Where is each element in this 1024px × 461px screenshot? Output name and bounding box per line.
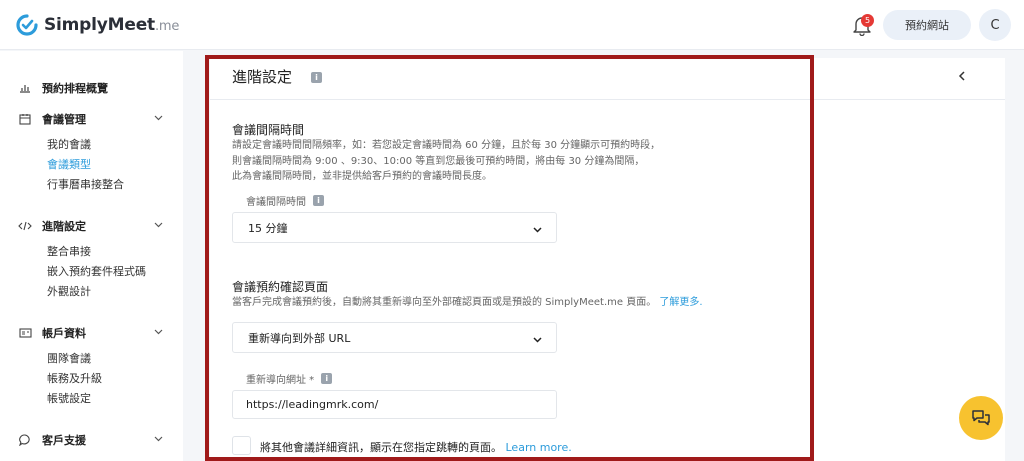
sidebar-item-meeting-types[interactable]: 會議類型 — [0, 155, 183, 175]
learn-more-link[interactable]: Learn more. — [506, 441, 572, 454]
top-bar: SimplyMeet.me 5 預約網站 C — [0, 0, 1024, 50]
bar-chart-icon — [18, 81, 32, 95]
logo[interactable]: SimplyMeet.me — [16, 12, 179, 38]
redirect-url-label: 重新導向網址 * i — [246, 371, 333, 386]
booking-site-button[interactable]: 預約網站 — [883, 10, 971, 40]
interval-section-title: 會議間隔時間 — [232, 123, 305, 137]
sidebar-group-meetings: 會議管理 我的會議 會議類型 行事曆串接整合 — [0, 109, 183, 195]
show-details-label: 將其他會議詳細資訊，顯示在您指定跳轉的頁面。 Learn more. — [260, 439, 572, 455]
chevron-down-icon — [533, 223, 542, 236]
sidebar-item-calendar-integration[interactable]: 行事曆串接整合 — [0, 175, 183, 195]
chat-button[interactable] — [959, 396, 1003, 440]
info-icon[interactable]: i — [311, 72, 322, 83]
input-value: https://leadingmrk.com/ — [246, 398, 379, 411]
chat-icon — [972, 410, 990, 426]
info-icon[interactable]: i — [321, 373, 333, 384]
sidebar: 預約排程概覽 會議管理 我的會議 會議類型 行事曆串接整合 進階設定 整合串接 — [0, 51, 183, 461]
confirmation-description: 當客戶完成會議預約後，自動將其重新導向至外部確認頁面或是預設的 SimplyMe… — [232, 295, 802, 311]
description-text: 當客戶完成會議預約後，自動將其重新導向至外部確認頁面或是預設的 SimplyMe… — [232, 297, 657, 308]
description-line: 此為會議間隔時間，並非提供給客戶預約的會議時間長度。 — [232, 171, 492, 182]
sidebar-item-overview[interactable]: 預約排程概覽 — [0, 78, 183, 98]
chevron-down-icon — [154, 327, 163, 338]
sidebar-item-label: 客戶支援 — [42, 434, 86, 447]
sidebar-group-advanced: 進階設定 整合串接 嵌入預約套件程式碼 外觀設計 — [0, 216, 183, 302]
sidebar-item-label: 會議管理 — [42, 113, 86, 126]
page-title: 進階設定 — [232, 68, 293, 86]
sidebar-item-meetings[interactable]: 會議管理 — [0, 109, 183, 129]
field-label-text: 會議間隔時間 — [246, 197, 306, 208]
sidebar-item-support[interactable]: 客戶支援 — [0, 430, 183, 450]
collapse-chevron-icon[interactable] — [958, 70, 966, 85]
card-divider — [210, 99, 1005, 100]
field-label-text: 重新導向網址 * — [246, 375, 315, 386]
sidebar-group-account: 帳戶資料 團隊會議 帳務及升級 帳號設定 — [0, 323, 183, 409]
logo-text: SimplyMeet.me — [44, 15, 180, 35]
sidebar-item-team-meetings[interactable]: 團隊會議 — [0, 349, 183, 369]
interval-description: 請設定會議時間間隔頻率，如：若您設定會議時間為 60 分鐘，且於每 30 分鐘顯… — [232, 138, 802, 185]
sidebar-item-embed-code[interactable]: 嵌入預約套件程式碼 — [0, 262, 183, 282]
checkbox-label-text: 將其他會議詳細資訊，顯示在您指定跳轉的頁面。 — [260, 441, 502, 454]
calendar-icon — [18, 112, 32, 126]
select-value: 重新導向到外部 URL — [248, 331, 351, 345]
sidebar-item-account-settings[interactable]: 帳號設定 — [0, 389, 183, 409]
chevron-down-icon — [154, 220, 163, 231]
sidebar-item-integrations[interactable]: 整合串接 — [0, 242, 183, 262]
redirect-url-input[interactable]: https://leadingmrk.com/ — [232, 390, 557, 419]
info-icon[interactable]: i — [313, 195, 324, 206]
sidebar-item-label: 帳戶資料 — [42, 327, 86, 340]
select-value: 15 分鐘 — [248, 221, 288, 235]
chevron-down-icon — [154, 434, 163, 445]
sidebar-item-billing[interactable]: 帳務及升級 — [0, 369, 183, 389]
sidebar-item-my-meetings[interactable]: 我的會議 — [0, 135, 183, 155]
avatar[interactable]: C — [979, 9, 1011, 41]
id-card-icon — [18, 326, 32, 340]
sidebar-item-account[interactable]: 帳戶資料 — [0, 323, 183, 343]
redirect-select[interactable]: 重新導向到外部 URL — [232, 322, 557, 353]
sidebar-item-label: 進階設定 — [42, 220, 86, 233]
learn-more-link[interactable]: 了解更多. — [659, 297, 702, 308]
confirmation-section-title: 會議預約確認頁面 — [232, 280, 329, 294]
chevron-down-icon — [154, 113, 163, 124]
sidebar-group-support: 客戶支援 — [0, 430, 183, 450]
interval-select[interactable]: 15 分鐘 — [232, 212, 557, 243]
code-icon — [18, 219, 32, 233]
logo-icon — [16, 14, 38, 36]
show-details-checkbox[interactable] — [232, 436, 251, 455]
chat-bubble-icon — [18, 433, 32, 447]
description-line: 請設定會議時間間隔頻率，如：若您設定會議時間為 60 分鐘，且於每 30 分鐘顯… — [232, 140, 661, 151]
chevron-down-icon — [533, 333, 542, 346]
sidebar-item-appearance[interactable]: 外觀設計 — [0, 282, 183, 302]
notification-badge: 5 — [861, 14, 874, 27]
description-line: 則會議間隔時間為 9:00 、9:30、10:00 等直到您最後可預約時間，將由… — [232, 155, 645, 167]
interval-field-label: 會議間隔時間 i — [246, 193, 324, 208]
sidebar-item-label: 預約排程概覽 — [42, 82, 108, 95]
sidebar-group-overview: 預約排程概覽 — [0, 78, 183, 98]
sidebar-item-advanced[interactable]: 進階設定 — [0, 216, 183, 236]
